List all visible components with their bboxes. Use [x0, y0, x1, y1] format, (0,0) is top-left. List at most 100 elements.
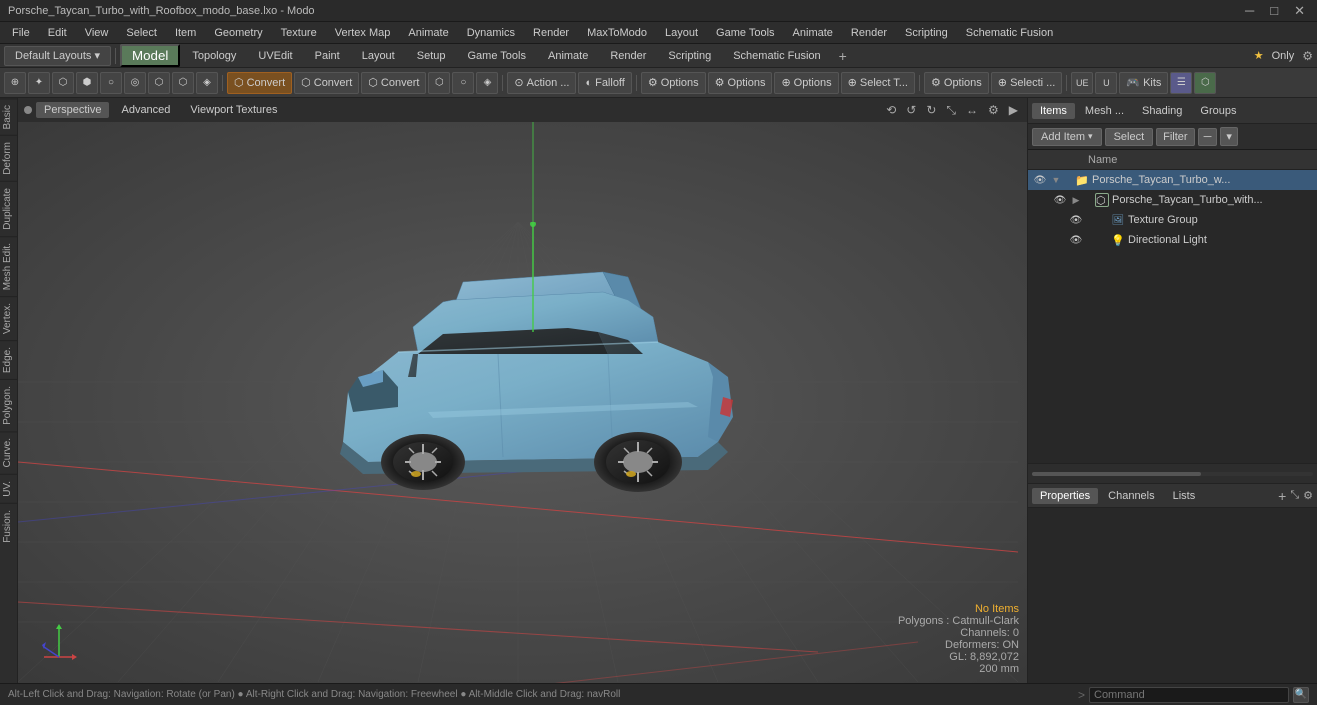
items-tab-groups[interactable]: Groups	[1192, 103, 1244, 119]
menu-edit[interactable]: Edit	[40, 25, 75, 41]
menu-item[interactable]: Item	[167, 25, 204, 41]
tool-icon-11[interactable]: ○	[452, 72, 474, 94]
menu-select[interactable]: Select	[118, 25, 165, 41]
tool-icon-6[interactable]: ◎	[124, 72, 146, 94]
menu-game-tools[interactable]: Game Tools	[708, 25, 783, 41]
close-button[interactable]: ✕	[1290, 3, 1309, 19]
tab-paint[interactable]: Paint	[305, 46, 350, 66]
tool-icon-14[interactable]: ⬡	[1194, 72, 1216, 94]
tool-icon-4[interactable]: ⬢	[76, 72, 98, 94]
vp-undo-icon[interactable]: ↺	[903, 102, 919, 118]
vp-play-icon[interactable]: ▶	[1006, 102, 1021, 118]
falloff-button[interactable]: ◐ Falloff	[578, 72, 631, 94]
ue-icon-2[interactable]: U	[1095, 72, 1117, 94]
left-tab-duplicate[interactable]: Duplicate	[0, 181, 17, 236]
vp-rotate-icon[interactable]: ⟲	[883, 102, 899, 118]
menu-render2[interactable]: Render	[843, 25, 895, 41]
tool-icon-12[interactable]: ◈	[476, 72, 498, 94]
vp-redo-icon[interactable]: ↻	[923, 102, 939, 118]
eye-toggle-1[interactable]: 👁	[1052, 192, 1068, 208]
items-select-button[interactable]: Select	[1105, 128, 1154, 146]
default-layouts-dropdown[interactable]: Default Layouts ▾	[4, 46, 111, 66]
eye-toggle-3[interactable]: 👁	[1068, 232, 1084, 248]
item-row-light[interactable]: 👁 💡 Directional Light	[1028, 230, 1317, 250]
command-arrow[interactable]: >	[1078, 688, 1085, 702]
items-scrollbar-thumb[interactable]	[1032, 472, 1201, 476]
left-tab-deform[interactable]: Deform	[0, 135, 17, 181]
viewport-dot[interactable]	[24, 106, 32, 114]
vp-tab-perspective[interactable]: Perspective	[36, 102, 109, 118]
convert-button-2[interactable]: ⬡ Convert	[294, 72, 359, 94]
expand-icon-0[interactable]: ▼	[1050, 174, 1062, 186]
item-row-texture[interactable]: 👁 🖼 Texture Group	[1028, 210, 1317, 230]
menu-layout[interactable]: Layout	[657, 25, 706, 41]
items-tab-mesh[interactable]: Mesh ...	[1077, 103, 1132, 119]
items-scrollbar[interactable]	[1032, 472, 1313, 476]
properties-tab-lists[interactable]: Lists	[1165, 488, 1204, 504]
add-tab-button[interactable]: +	[833, 48, 853, 64]
vp-fit-icon[interactable]: ⤡	[943, 102, 959, 119]
tab-model[interactable]: Model	[120, 44, 180, 67]
tool-icon-5[interactable]: ○	[100, 72, 122, 94]
tab-schematic[interactable]: Schematic Fusion	[723, 46, 830, 66]
viewport-3d[interactable]: No Items Polygons : Catmull-Clark Channe…	[18, 122, 1027, 683]
restore-button[interactable]: □	[1266, 3, 1282, 19]
tab-layout[interactable]: Layout	[352, 46, 405, 66]
action-button[interactable]: ⊙ Action ...	[507, 72, 576, 94]
menu-vertex-map[interactable]: Vertex Map	[327, 25, 399, 41]
properties-add-button[interactable]: +	[1278, 488, 1286, 504]
options-button-1[interactable]: ⚙ Options	[641, 72, 706, 94]
items-filter-button[interactable]: Filter	[1156, 128, 1194, 146]
selecti-button[interactable]: ⊕ Selecti ...	[991, 72, 1063, 94]
menu-animate2[interactable]: Animate	[785, 25, 841, 41]
tool-icon-2[interactable]: ✦	[28, 72, 50, 94]
tool-icon-7[interactable]: ⬡	[148, 72, 170, 94]
left-tab-edge[interactable]: Edge.	[0, 340, 17, 379]
tab-animate[interactable]: Animate	[538, 46, 598, 66]
properties-expand-icon[interactable]: ⤡	[1290, 489, 1299, 502]
convert-button-3[interactable]: ⬡ Convert	[361, 72, 426, 94]
properties-settings-icon[interactable]: ⚙	[1303, 489, 1313, 502]
tab-topology[interactable]: Topology	[182, 46, 246, 66]
command-search-button[interactable]: 🔍	[1293, 687, 1309, 703]
select-t-button[interactable]: ⊕ Select T...	[841, 72, 915, 94]
left-tab-uv[interactable]: UV.	[0, 474, 17, 503]
tab-scripting[interactable]: Scripting	[658, 46, 721, 66]
properties-tab-channels[interactable]: Channels	[1100, 488, 1162, 504]
menu-view[interactable]: View	[77, 25, 117, 41]
items-minus-button[interactable]: ─	[1198, 128, 1218, 146]
kits-button[interactable]: 🎮 Kits	[1119, 72, 1168, 94]
properties-tab-properties[interactable]: Properties	[1032, 488, 1098, 504]
tool-icon-10[interactable]: ⬡	[428, 72, 450, 94]
tool-icon-9[interactable]: ◈	[196, 72, 218, 94]
left-tab-fusion[interactable]: Fusion.	[0, 503, 17, 549]
settings-icon[interactable]: ⚙	[1302, 49, 1313, 63]
eye-toggle-0[interactable]: 👁	[1032, 172, 1048, 188]
tool-icon-3[interactable]: ⬡	[52, 72, 74, 94]
vp-tab-textures[interactable]: Viewport Textures	[182, 102, 285, 118]
left-tab-mesh-edit[interactable]: Mesh Edit.	[0, 236, 17, 296]
expand-icon-1[interactable]: ▶	[1070, 194, 1082, 206]
item-row-mesh[interactable]: 👁 ▶ ⬡ Porsche_Taycan_Turbo_with...	[1028, 190, 1317, 210]
menu-geometry[interactable]: Geometry	[206, 25, 270, 41]
items-tab-shading[interactable]: Shading	[1134, 103, 1190, 119]
menu-dynamics[interactable]: Dynamics	[459, 25, 523, 41]
convert-button-1[interactable]: ⬡ Convert	[227, 72, 292, 94]
eye-toggle-2[interactable]: 👁	[1068, 212, 1084, 228]
command-input[interactable]	[1089, 687, 1289, 703]
minimize-button[interactable]: ─	[1241, 3, 1258, 19]
left-tab-polygon[interactable]: Polygon.	[0, 379, 17, 431]
options-main-button[interactable]: ⚙ Options	[924, 72, 989, 94]
menu-texture[interactable]: Texture	[273, 25, 325, 41]
left-tab-basic[interactable]: Basic	[0, 98, 17, 135]
options-button-3[interactable]: ⊕ Options	[774, 72, 838, 94]
menu-schematic[interactable]: Schematic Fusion	[958, 25, 1061, 41]
items-filter2-button[interactable]: ▾	[1220, 127, 1238, 146]
tool-icon-13[interactable]: ☰	[1170, 72, 1192, 94]
menu-scripting[interactable]: Scripting	[897, 25, 956, 41]
vp-expand-icon[interactable]: ↔	[963, 102, 981, 118]
menu-maxtomodo[interactable]: MaxToModo	[579, 25, 655, 41]
tool-icon-8[interactable]: ⬡	[172, 72, 194, 94]
tool-icon-1[interactable]: ⊕	[4, 72, 26, 94]
menu-render[interactable]: Render	[525, 25, 577, 41]
